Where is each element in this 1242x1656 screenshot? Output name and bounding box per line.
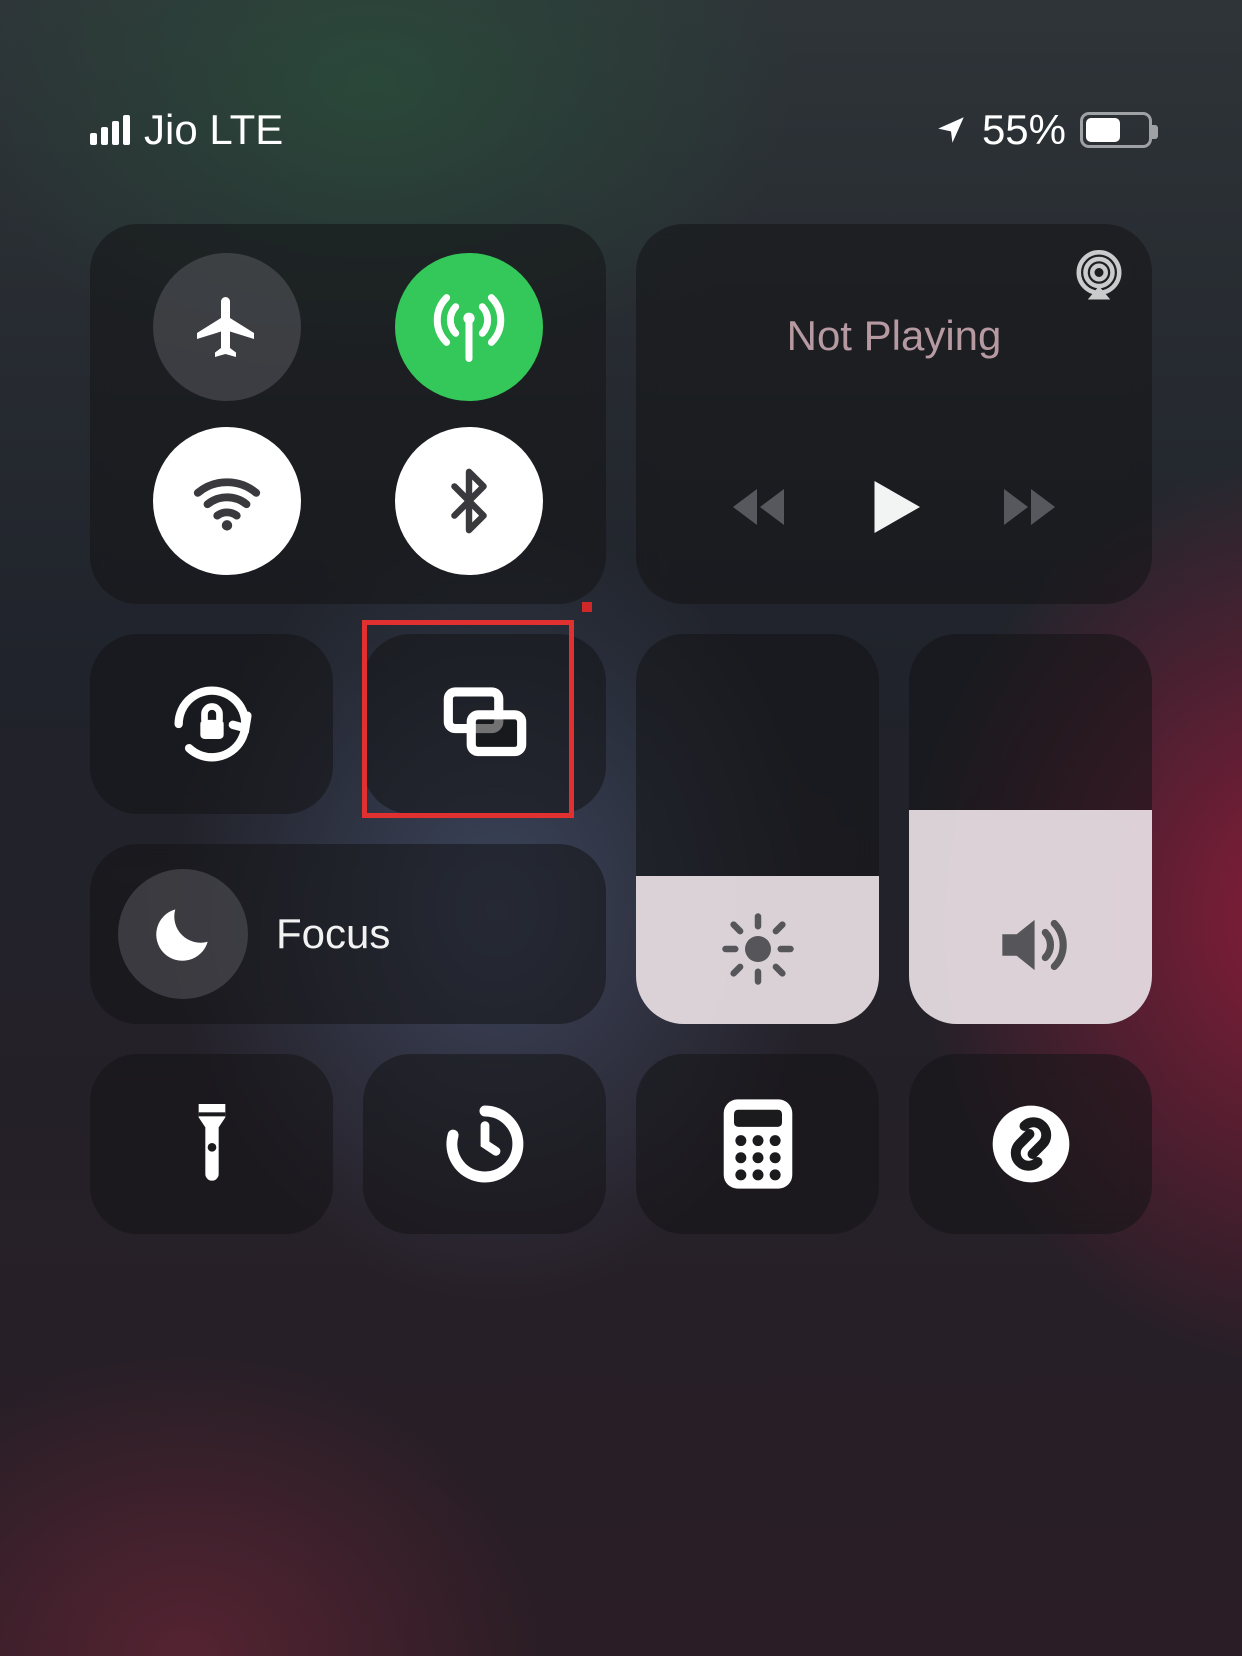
shazam-button[interactable] <box>909 1054 1152 1234</box>
focus-button[interactable]: Focus <box>90 844 606 1024</box>
volume-fill <box>909 810 1152 1025</box>
brightness-slider[interactable] <box>636 634 879 1024</box>
speaker-icon <box>988 902 1074 988</box>
airplane-icon <box>191 291 263 363</box>
volume-slider[interactable] <box>909 634 1152 1024</box>
battery-percent: 55% <box>982 106 1066 154</box>
focus-circle <box>118 869 248 999</box>
brightness-fill <box>636 876 879 1024</box>
bluetooth-icon <box>434 466 504 536</box>
antenna-icon <box>427 285 511 369</box>
shazam-icon <box>985 1098 1077 1190</box>
calculator-button[interactable] <box>636 1054 879 1234</box>
now-playing-title: Not Playing <box>664 312 1124 360</box>
wifi-button[interactable] <box>153 427 301 575</box>
control-center: Not Playing <box>90 224 1152 1234</box>
rotation-lock-button[interactable] <box>90 634 333 814</box>
battery-icon <box>1080 112 1152 148</box>
signal-strength-icon <box>90 115 130 145</box>
previous-track-button[interactable] <box>724 471 796 543</box>
screen-mirroring-icon <box>430 669 540 779</box>
next-track-button[interactable] <box>992 471 1064 543</box>
media-panel[interactable]: Not Playing <box>636 224 1152 604</box>
carrier-label: Jio LTE <box>144 106 283 154</box>
cellular-data-button[interactable] <box>395 253 543 401</box>
location-icon <box>934 113 968 147</box>
moon-icon <box>146 897 220 971</box>
connectivity-panel[interactable] <box>90 224 606 604</box>
annotation-dot <box>582 602 592 612</box>
airplane-mode-button[interactable] <box>153 253 301 401</box>
timer-icon <box>441 1100 529 1188</box>
brightness-icon <box>719 910 797 988</box>
status-bar: Jio LTE 55% <box>0 100 1242 160</box>
airplay-icon[interactable] <box>1072 250 1126 304</box>
rotation-lock-icon <box>162 674 262 774</box>
status-left: Jio LTE <box>90 106 283 154</box>
media-controls <box>664 468 1124 576</box>
wifi-icon <box>188 462 266 540</box>
flashlight-button[interactable] <box>90 1054 333 1234</box>
focus-label: Focus <box>276 910 390 958</box>
status-right: 55% <box>934 106 1152 154</box>
bluetooth-button[interactable] <box>395 427 543 575</box>
calculator-icon <box>719 1096 797 1192</box>
play-button[interactable] <box>855 468 933 546</box>
screen-mirroring-button[interactable] <box>363 634 606 814</box>
timer-button[interactable] <box>363 1054 606 1234</box>
flashlight-icon <box>172 1094 252 1194</box>
